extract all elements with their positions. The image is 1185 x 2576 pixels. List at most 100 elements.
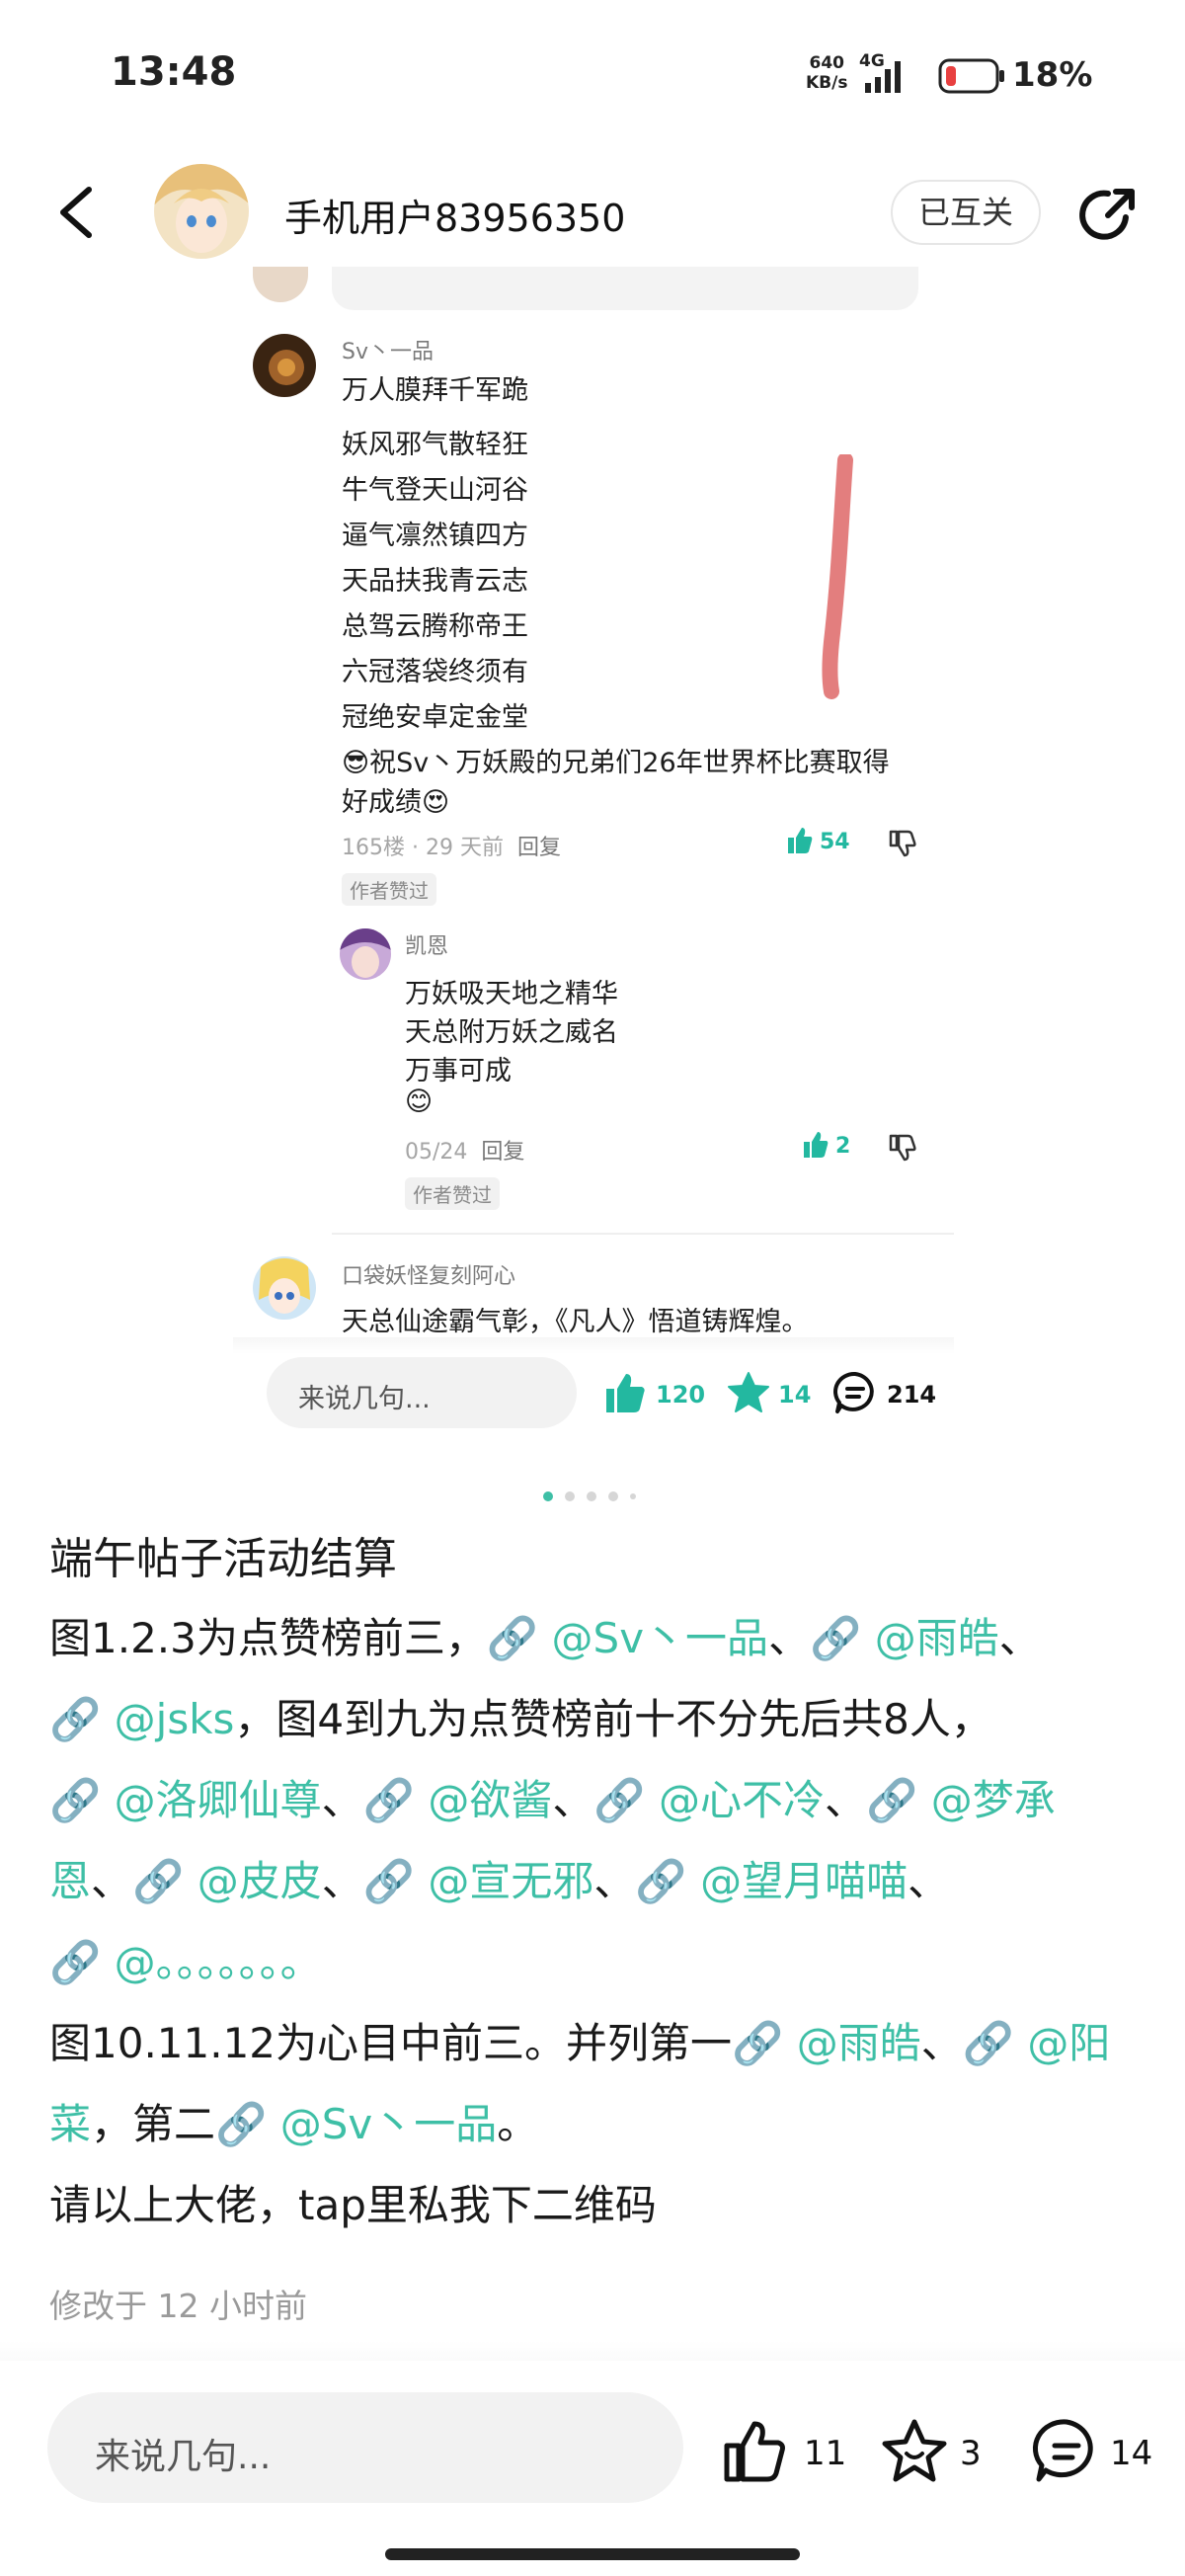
- comment-count: 14: [1110, 2434, 1153, 2473]
- reply-meta: 05/24 回复: [405, 1134, 524, 1166]
- net-speed-unit: KB/s: [806, 73, 848, 93]
- mention-link-cont[interactable]: 菜: [49, 2100, 91, 2148]
- mention-text: @望月喵喵: [700, 1857, 908, 1905]
- post-line: 图1.2.3为点赞榜前三，🔗 @Sv丶一品、🔗 @雨皓、: [49, 1598, 1146, 1679]
- link-icon: 🔗: [732, 2019, 797, 2067]
- mention-text: @宣无邪: [428, 1857, 594, 1905]
- link-icon: 🔗: [962, 2019, 1028, 2067]
- post-line: 图10.11.12为心目中前三。并列第一🔗 @雨皓、🔗 @阳: [49, 2003, 1146, 2084]
- post-line: 🔗 @。。。。。。。: [49, 1922, 1146, 2003]
- reply-author: 凯恩: [405, 934, 449, 959]
- separator: 、: [998, 1614, 1041, 1662]
- page-dot: [608, 1491, 618, 1501]
- mention-link[interactable]: 🔗 @jsks: [49, 1695, 234, 1743]
- mention-link[interactable]: 🔗 @雨皓: [732, 2019, 921, 2067]
- page-dot: [587, 1491, 596, 1501]
- top-nav-bar: 手机用户83956350 已互关: [0, 158, 1185, 267]
- comment-like-count: 54: [820, 830, 850, 854]
- user-avatar[interactable]: [154, 164, 249, 259]
- post-text: ，第二: [91, 2100, 216, 2148]
- comment-floor-time: 165楼 · 29 天前: [342, 836, 504, 860]
- edit-timestamp: 修改于 12 小时前: [49, 2287, 307, 2325]
- separator: 、: [552, 1776, 594, 1824]
- mention-link[interactable]: 🔗 @宣无邪: [363, 1857, 594, 1905]
- comment-meta: 165楼 · 29 天前 回复: [342, 830, 561, 861]
- embedded-comment-input: 来说几句...: [267, 1357, 577, 1428]
- star-icon: [728, 1372, 769, 1412]
- separator: 、: [91, 1857, 133, 1905]
- link-icon: 🔗: [215, 2100, 280, 2148]
- comment-bubble-icon[interactable]: [1031, 2416, 1102, 2487]
- mention-link[interactable]: 🔗 @雨皓: [810, 1614, 999, 1662]
- cropped-avatar: [253, 267, 308, 302]
- post-text: ，图4到九为点赞榜前十不分先后共8人，: [234, 1695, 992, 1743]
- post-image[interactable]: Sv丶一品 万人膜拜千军跪 妖风邪气散轻狂 牛气登天山河谷 逼气凛然镇四方 天品…: [233, 267, 954, 1428]
- back-arrow-icon[interactable]: [51, 180, 101, 245]
- star-icon[interactable]: [879, 2416, 950, 2487]
- link-icon: 🔗: [810, 1614, 875, 1662]
- cropped-reply-box: [332, 267, 918, 310]
- mention-link[interactable]: 🔗 @阳: [963, 2019, 1111, 2067]
- reply-like-count: 2: [835, 1134, 851, 1159]
- reply-date: 05/24: [405, 1140, 468, 1165]
- thumb-up-icon: [788, 828, 813, 853]
- link-icon: 🔗: [362, 1857, 429, 1905]
- link-icon: 🔗: [49, 1776, 115, 1824]
- mutual-follow-button[interactable]: 已互关: [891, 180, 1041, 245]
- home-indicator[interactable]: [385, 2548, 800, 2560]
- reply-line: 万事可成: [405, 1056, 512, 1087]
- like-count: 11: [804, 2434, 847, 2473]
- post-line: 请以上大佬，tap里私我下二维码: [49, 2181, 657, 2229]
- embedded-comment-count: 214: [887, 1381, 937, 1409]
- comment-input[interactable]: 来说几句...: [47, 2392, 683, 2503]
- mention-text: @雨皓: [874, 1614, 999, 1662]
- comment-line: 😎祝Sv丶万妖殿的兄弟们26年世界杯比赛取得: [342, 748, 890, 778]
- thumb-down-icon: [889, 1134, 916, 1162]
- mention-text: @洛卿仙尊: [114, 1776, 322, 1824]
- mention-link[interactable]: 🔗 @欲酱: [363, 1776, 553, 1824]
- mention-text: @梦承: [930, 1776, 1056, 1824]
- comment-line: 妖风邪气散轻狂: [342, 430, 528, 460]
- mention-text: @阳: [1027, 2019, 1111, 2067]
- page-dot-active: [543, 1491, 553, 1501]
- bottom-action-bar: 来说几句... 11 3 14: [0, 2361, 1185, 2576]
- divider: [332, 1233, 954, 1235]
- reply-line: 😊: [405, 1087, 434, 1117]
- status-time: 13:48: [111, 49, 237, 95]
- mention-link[interactable]: 🔗 @心不冷: [593, 1776, 825, 1824]
- comment-author: 口袋妖怪复刻阿心: [342, 1264, 516, 1289]
- mention-link-cont[interactable]: 恩: [49, 1857, 91, 1905]
- replier-avatar: [340, 928, 391, 980]
- mention-link[interactable]: 🔗 @。。。。。。。: [49, 1938, 322, 1986]
- mention-text: @欲酱: [428, 1776, 553, 1824]
- mention-link[interactable]: 🔗 @皮皮: [132, 1857, 322, 1905]
- mention-link[interactable]: 🔗 @Sv丶一品: [487, 1614, 768, 1662]
- mention-text: @Sv丶一品: [551, 1614, 769, 1662]
- commenter-avatar: [253, 334, 316, 397]
- link-icon: 🔗: [486, 1614, 552, 1662]
- mention-text: @Sv丶一品: [279, 2100, 498, 2148]
- post-text: 。: [497, 2100, 539, 2148]
- net-speed-value: 640: [809, 53, 844, 73]
- favorite-count: 3: [960, 2434, 982, 2473]
- user-name[interactable]: 手机用户83956350: [284, 188, 625, 242]
- thumb-down-icon: [889, 830, 916, 857]
- separator: 、: [768, 1614, 811, 1662]
- mention-link[interactable]: 🔗 @梦承: [866, 1776, 1056, 1824]
- reply-link: 回复: [516, 836, 561, 860]
- mention-link[interactable]: 🔗 @Sv丶一品: [215, 2100, 497, 2148]
- commenter-avatar: [253, 1256, 316, 1320]
- like-icon[interactable]: [721, 2418, 790, 2487]
- share-icon[interactable]: [1076, 184, 1140, 247]
- separator: 、: [321, 1857, 363, 1905]
- comment-line: 逼气凛然镇四方: [342, 521, 528, 551]
- mention-link[interactable]: 🔗 @望月喵喵: [635, 1857, 908, 1905]
- page-dot: [565, 1491, 575, 1501]
- mention-link[interactable]: 🔗 @洛卿仙尊: [49, 1776, 322, 1824]
- separator: 、: [321, 1776, 363, 1824]
- embedded-like-count: 120: [656, 1381, 706, 1409]
- comment-input-placeholder: 来说几句...: [95, 2437, 272, 2477]
- mention-text: @心不冷: [659, 1776, 826, 1824]
- mention-text: @jsks: [114, 1695, 235, 1743]
- comment-line: 六冠落袋终须有: [342, 657, 528, 687]
